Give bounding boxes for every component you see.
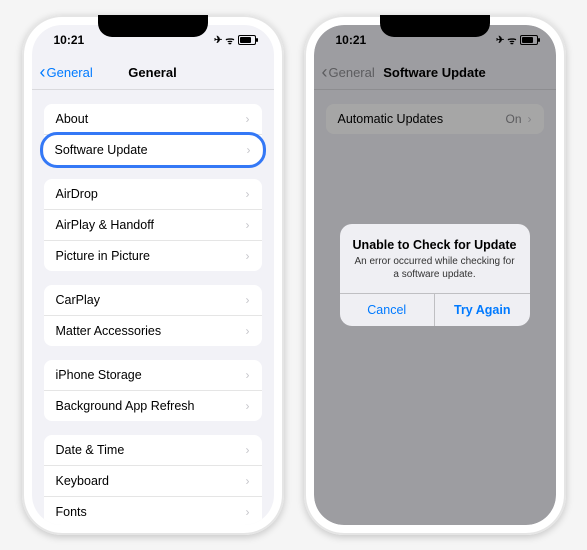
battery-icon <box>238 35 256 45</box>
wifi-icon: ᯤ <box>225 33 234 47</box>
row-label: Software Update <box>55 143 148 157</box>
alert-title: Unable to Check for Update <box>352 238 518 252</box>
row-label: Keyboard <box>56 474 110 488</box>
row-pip[interactable]: Picture in Picture › <box>44 241 262 271</box>
modal-overlay: Unable to Check for Update An error occu… <box>314 25 556 525</box>
status-time: 10:21 <box>54 33 85 47</box>
row-label: Fonts <box>56 505 87 519</box>
group-storage: iPhone Storage › Background App Refresh … <box>44 360 262 421</box>
chevron-right-icon: › <box>246 324 250 338</box>
row-label: About <box>56 112 89 126</box>
row-label: Background App Refresh <box>56 399 195 413</box>
row-storage[interactable]: iPhone Storage › <box>44 360 262 391</box>
row-label: Date & Time <box>56 443 125 457</box>
back-button[interactable]: ‹ General <box>40 62 93 83</box>
row-fonts[interactable]: Fonts › <box>44 497 262 525</box>
row-about[interactable]: About › <box>44 104 262 135</box>
row-software-update[interactable]: Software Update › <box>43 135 263 165</box>
row-label: CarPlay <box>56 293 100 307</box>
chevron-right-icon: › <box>246 474 250 488</box>
nav-bar: ‹ General General <box>32 55 274 90</box>
row-carplay[interactable]: CarPlay › <box>44 285 262 316</box>
row-matter[interactable]: Matter Accessories › <box>44 316 262 346</box>
back-label: General <box>47 65 93 80</box>
row-label: Picture in Picture <box>56 249 150 263</box>
chevron-left-icon: ‹ <box>40 62 46 83</box>
notch <box>98 15 208 37</box>
airplane-icon: ✈ <box>214 35 222 46</box>
chevron-right-icon: › <box>246 368 250 382</box>
row-label: Matter Accessories <box>56 324 162 338</box>
row-label: AirPlay & Handoff <box>56 218 154 232</box>
chevron-right-icon: › <box>246 399 250 413</box>
chevron-right-icon: › <box>246 112 250 126</box>
chevron-right-icon: › <box>246 249 250 263</box>
chevron-right-icon: › <box>246 293 250 307</box>
settings-content[interactable]: About › Software Update › AirDrop › AirP… <box>32 90 274 525</box>
try-again-button[interactable]: Try Again <box>435 294 530 326</box>
chevron-right-icon: › <box>246 443 250 457</box>
row-datetime[interactable]: Date & Time › <box>44 435 262 466</box>
chevron-right-icon: › <box>247 143 251 157</box>
group-about: About › Software Update › <box>44 104 262 165</box>
chevron-right-icon: › <box>246 187 250 201</box>
row-airdrop[interactable]: AirDrop › <box>44 179 262 210</box>
group-datetime: Date & Time › Keyboard › Fonts › Languag… <box>44 435 262 525</box>
row-keyboard[interactable]: Keyboard › <box>44 466 262 497</box>
notch <box>380 15 490 37</box>
row-label: iPhone Storage <box>56 368 142 382</box>
alert-dialog: Unable to Check for Update An error occu… <box>340 224 530 326</box>
row-label: AirDrop <box>56 187 98 201</box>
row-bg-refresh[interactable]: Background App Refresh › <box>44 391 262 421</box>
phone-right: 10:21 ✈ ᯤ ‹ General Software Update Auto… <box>304 15 566 535</box>
nav-title: General <box>128 65 176 80</box>
alert-body: An error occurred while checking for a s… <box>352 255 518 281</box>
chevron-right-icon: › <box>246 218 250 232</box>
cancel-button[interactable]: Cancel <box>340 294 436 326</box>
group-carplay: CarPlay › Matter Accessories › <box>44 285 262 346</box>
chevron-right-icon: › <box>246 505 250 519</box>
phone-left: 10:21 ✈ ᯤ ‹ General General About › Soft <box>22 15 284 535</box>
row-airplay[interactable]: AirPlay & Handoff › <box>44 210 262 241</box>
group-airdrop: AirDrop › AirPlay & Handoff › Picture in… <box>44 179 262 271</box>
